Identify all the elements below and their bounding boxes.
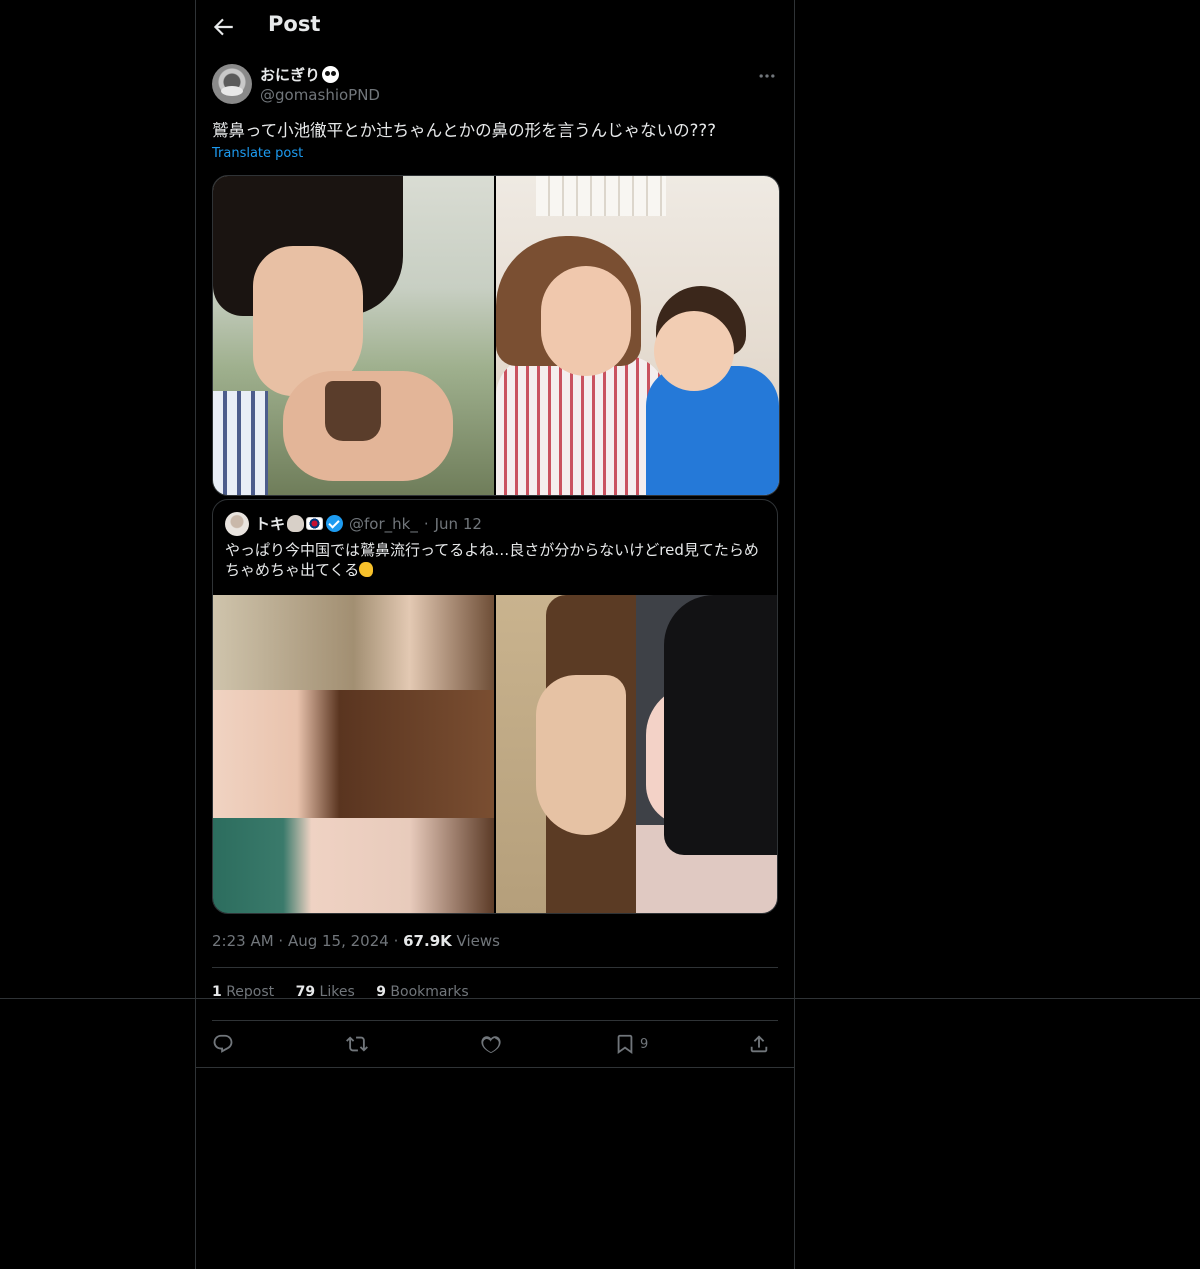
- quote-media-photo-2: [496, 595, 777, 913]
- share-button[interactable]: [748, 1033, 770, 1055]
- quote-separator: ·: [423, 515, 429, 533]
- back-button[interactable]: [210, 14, 236, 40]
- views-label: Views: [456, 932, 500, 950]
- reposts-count: 1: [212, 984, 222, 1000]
- rabbit-emoji-icon: [287, 515, 305, 532]
- post-author: おにぎり @gomashioPND: [212, 64, 778, 108]
- more-icon: [759, 74, 775, 78]
- repost-icon: [346, 1036, 368, 1052]
- like-button[interactable]: [480, 1033, 502, 1055]
- header: Post: [196, 0, 794, 54]
- media-photo-1[interactable]: [213, 176, 494, 495]
- quote-text-container: やっぱり今中国では鷲鼻流行ってるよね…良さが分からないけどred見てたらめちゃめ…: [225, 540, 765, 580]
- reply-button[interactable]: [212, 1033, 234, 1055]
- likes-count: 79: [295, 984, 316, 1000]
- repost-button[interactable]: [346, 1033, 368, 1055]
- back-arrow-icon: [213, 18, 233, 36]
- quote-header: トキ @for_hk_ · Jun 12: [255, 513, 482, 534]
- post-meta: 2:23 AM · Aug 15, 2024 · 67.9K Views: [212, 932, 500, 950]
- bookmarks-label: Bookmarks: [390, 984, 469, 1000]
- reposts-label: Repost: [226, 984, 275, 1000]
- bookmark-button[interactable]: 9: [614, 1033, 648, 1055]
- quote-text: やっぱり今中国では鷲鼻流行ってるよね…良さが分からないけどred見てたらめちゃめ…: [225, 541, 759, 579]
- verified-icon: [326, 515, 344, 532]
- more-button[interactable]: [756, 66, 778, 86]
- panda-emoji-icon: [322, 66, 340, 83]
- translate-link[interactable]: Translate post: [212, 146, 303, 161]
- quote-author-name: トキ: [255, 515, 286, 533]
- post-timestamp[interactable]: 2:23 AM · Aug 15, 2024 ·: [212, 932, 403, 950]
- post-text: 鷲鼻って小池徹平とか辻ちゃんとかの鼻の形を言うんじゃないの???: [212, 121, 716, 140]
- likes-stat[interactable]: 79 Likes: [296, 984, 355, 1000]
- quote-date: Jun 12: [434, 515, 482, 533]
- bookmark-icon: [617, 1034, 633, 1055]
- quote-author-handle: @for_hk_: [349, 515, 418, 533]
- reposts-stat[interactable]: 1 Repost: [212, 984, 274, 1000]
- author-name[interactable]: おにぎり: [260, 64, 340, 85]
- author-name-text: おにぎり: [260, 66, 321, 84]
- divider: [212, 967, 778, 968]
- share-icon: [750, 1035, 768, 1053]
- post-stats: 1 Repost 79 Likes 9 Bookmarks: [212, 984, 486, 1000]
- post-media: [212, 175, 780, 496]
- author-handle[interactable]: @gomashioPND: [260, 86, 380, 104]
- views-count: 67.9K: [403, 932, 452, 950]
- action-bar: 9: [212, 1021, 778, 1067]
- quoted-post[interactable]: トキ @for_hk_ · Jun 12 やっぱり今中国では鷲鼻流行ってるよね…良さが…: [212, 499, 778, 914]
- main-column: Post おにぎり @gomashioPND 鷲鼻って小池徹平とか辻ちゃんとかの…: [195, 0, 795, 1269]
- media-photo-2[interactable]: [496, 176, 779, 495]
- quote-avatar: [225, 512, 249, 536]
- page-title: Post: [268, 12, 321, 36]
- quote-media-photo-1: [213, 595, 494, 913]
- nose-emoji-icon: [359, 562, 374, 577]
- likes-label: Likes: [319, 984, 355, 1000]
- bookmarks-stat[interactable]: 9 Bookmarks: [376, 984, 468, 1000]
- korea-flag-icon: [306, 517, 324, 530]
- bookmarks-count: 9: [376, 984, 386, 1000]
- bookmark-count: 9: [640, 1036, 649, 1052]
- avatar[interactable]: [212, 64, 252, 104]
- reply-icon: [213, 1034, 233, 1053]
- like-icon: [481, 1036, 501, 1054]
- divider: [196, 1067, 794, 1068]
